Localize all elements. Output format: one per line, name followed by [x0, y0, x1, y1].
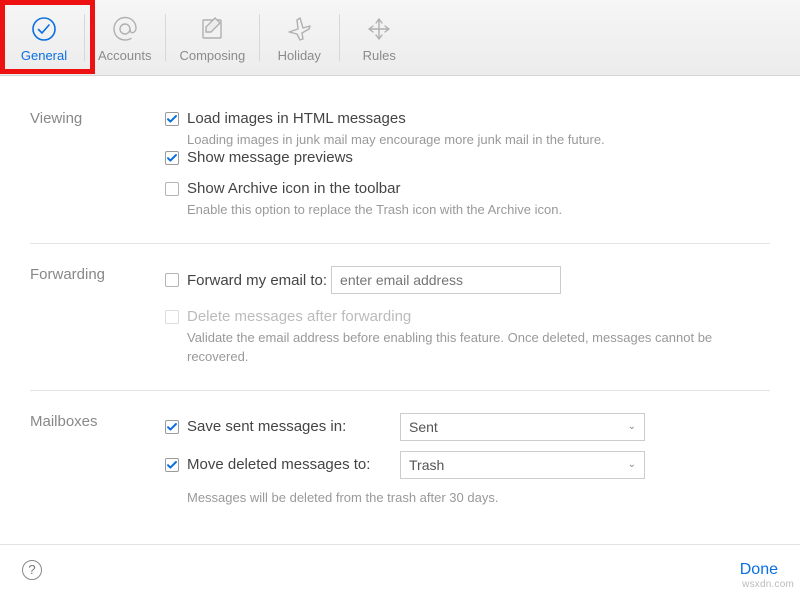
option-move-deleted: Move deleted messages to: Trash ⌄: [165, 451, 770, 479]
tab-general[interactable]: General: [4, 0, 84, 75]
option-forward: Forward my email to:: [165, 266, 770, 294]
checkbox-label: Save sent messages in:: [187, 418, 346, 435]
section-viewing: Viewing Load images in HTML messages Loa…: [30, 90, 770, 244]
check-circle-icon: [29, 14, 59, 44]
footer-bar: ? Done: [0, 544, 800, 594]
select-sent-mailbox[interactable]: Sent ⌄: [400, 413, 645, 441]
watermark: wsxdn.com: [742, 579, 794, 590]
section-title: Mailboxes: [30, 413, 165, 507]
checkbox-label: Delete messages after forwarding: [187, 308, 411, 325]
checkbox-delete-after[interactable]: [165, 310, 179, 324]
section-body: Save sent messages in: Sent ⌄ Move delet…: [165, 413, 770, 507]
tab-label: Holiday: [278, 48, 321, 63]
select-value: Sent: [409, 419, 438, 435]
option-desc: Messages will be deleted from the trash …: [187, 489, 747, 507]
checkbox-previews[interactable]: [165, 151, 179, 165]
option-load-images: Load images in HTML messages: [165, 110, 770, 127]
select-trash-mailbox[interactable]: Trash ⌄: [400, 451, 645, 479]
checkbox-label: Move deleted messages to:: [187, 456, 370, 473]
option-delete-after: Delete messages after forwarding: [165, 308, 770, 325]
option-save-sent: Save sent messages in: Sent ⌄: [165, 413, 770, 441]
section-title: Viewing: [30, 110, 165, 219]
section-forwarding: Forwarding Forward my email to: Delete m…: [30, 244, 770, 390]
compose-icon: [197, 14, 227, 44]
tab-label: General: [21, 48, 67, 63]
section-title: Forwarding: [30, 266, 165, 365]
option-desc: Loading images in junk mail may encourag…: [187, 131, 747, 149]
option-archive: Show Archive icon in the toolbar: [165, 180, 770, 197]
chevron-down-icon: ⌄: [628, 459, 636, 470]
preferences-toolbar: General Accounts Composing Holiday Rules: [0, 0, 800, 76]
option-desc: Validate the email address before enabli…: [187, 329, 747, 365]
checkbox-label: Forward my email to:: [187, 272, 327, 289]
checkbox-label: Load images in HTML messages: [187, 110, 406, 127]
tab-holiday[interactable]: Holiday: [259, 0, 339, 75]
help-button[interactable]: ?: [22, 560, 42, 580]
tab-composing[interactable]: Composing: [165, 0, 259, 75]
checkbox-archive[interactable]: [165, 182, 179, 196]
checkbox-forward[interactable]: [165, 273, 179, 287]
chevron-down-icon: ⌄: [628, 421, 636, 432]
checkbox-load-images[interactable]: [165, 112, 179, 126]
plane-icon: [284, 14, 314, 44]
tab-label: Accounts: [98, 48, 151, 63]
forward-email-input[interactable]: [331, 266, 561, 294]
select-value: Trash: [409, 457, 444, 473]
section-body: Forward my email to: Delete messages aft…: [165, 266, 770, 365]
option-previews: Show message previews: [165, 149, 770, 166]
option-desc: Enable this option to replace the Trash …: [187, 201, 747, 219]
arrows-icon: [364, 14, 394, 44]
preferences-content: Viewing Load images in HTML messages Loa…: [0, 76, 800, 544]
checkbox-label: Show Archive icon in the toolbar: [187, 180, 400, 197]
section-mailboxes: Mailboxes Save sent messages in: Sent ⌄: [30, 391, 770, 517]
checkbox-save-sent[interactable]: [165, 420, 179, 434]
tab-accounts[interactable]: Accounts: [84, 0, 165, 75]
question-icon: ?: [28, 562, 35, 577]
tab-rules[interactable]: Rules: [339, 0, 419, 75]
tab-label: Composing: [179, 48, 245, 63]
tab-label: Rules: [363, 48, 396, 63]
done-button[interactable]: Done: [740, 561, 778, 579]
checkbox-move-deleted[interactable]: [165, 458, 179, 472]
at-icon: [110, 14, 140, 44]
section-body: Load images in HTML messages Loading ima…: [165, 110, 770, 219]
checkbox-label: Show message previews: [187, 149, 353, 166]
